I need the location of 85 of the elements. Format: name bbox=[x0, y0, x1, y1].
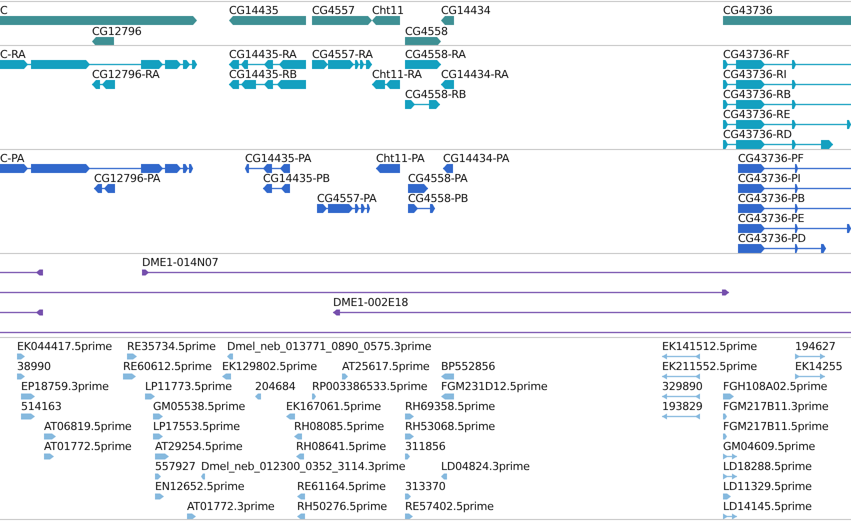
feature-label: CG43736-RB bbox=[723, 88, 791, 101]
feature-label: AT01772.5prime bbox=[44, 440, 132, 453]
feature-label: CG12796-RA bbox=[92, 68, 160, 81]
feature-label: FGM217B11.3prime bbox=[723, 400, 828, 413]
feature-label: 329890 bbox=[662, 380, 702, 393]
feature-label: CG12796 bbox=[92, 25, 142, 38]
feature-label: Cht11-RA bbox=[372, 68, 422, 81]
feature-label: EK211552.5prime bbox=[662, 360, 757, 373]
feature-label: RE35734.5prime bbox=[127, 340, 216, 353]
feature-label: CG4557-RA bbox=[312, 48, 373, 61]
feature-label: LD11329.5prime bbox=[723, 480, 812, 493]
feature-label: CG12796-PA bbox=[94, 172, 160, 185]
feature-label: GM05538.5prime bbox=[153, 400, 246, 413]
feature-label: EK141512.5prime bbox=[662, 340, 757, 353]
feature-label: CG4558-RA bbox=[405, 48, 466, 61]
feature-label: EK129802.5prime bbox=[222, 360, 317, 373]
feature-label: EK044417.5prime bbox=[17, 340, 112, 353]
feature-label: LD18288.5prime bbox=[723, 460, 812, 473]
feature-label: 514163 bbox=[21, 400, 62, 413]
feature-label: RH50276.5prime bbox=[297, 500, 387, 513]
feature-label: CG4558-PB bbox=[408, 192, 468, 205]
feature-label: CG43736-RD bbox=[723, 128, 792, 141]
feature-label: 313370 bbox=[405, 480, 446, 493]
feature-label: RH08641.5prime bbox=[296, 440, 386, 453]
feature-label: EK167061.5prime bbox=[286, 400, 381, 413]
feature-label: 204684 bbox=[255, 380, 296, 393]
feature-label: BP552856 bbox=[441, 360, 496, 373]
feature-label: CG43736-PB bbox=[738, 192, 805, 205]
feature-label: AT25617.5prime bbox=[342, 360, 430, 373]
feature-label: 194627 bbox=[795, 340, 836, 353]
feature-label: Dmel_neb_013771_0890_0575.3prime bbox=[227, 340, 432, 353]
feature-label: CG4557-PA bbox=[317, 192, 376, 205]
feature-label: EN12652.5prime bbox=[155, 480, 244, 493]
feature-label: AT29254.5prime bbox=[155, 440, 242, 453]
feature-label: CG14435-PA bbox=[245, 152, 312, 165]
feature-label: CG43736-PE bbox=[738, 212, 804, 225]
feature-label: RE60612.5prime bbox=[123, 360, 212, 373]
feature-label: CG4558-RB bbox=[405, 88, 466, 101]
feature-label: CG43736-RF bbox=[723, 48, 790, 61]
feature-label: CG14435-PB bbox=[263, 172, 330, 185]
feature-label: LD04824.3prime bbox=[441, 460, 530, 473]
feature-label: CG14434-PA bbox=[443, 152, 510, 165]
feature-label: DME1-002E18 bbox=[333, 296, 408, 309]
feature-label: CG4558-PA bbox=[408, 172, 468, 185]
feature-label: Dmel_neb_012300_0352_3114.3prime bbox=[201, 460, 406, 473]
feature-label: 38990 bbox=[17, 360, 51, 373]
feature-label: RH53068.5prime bbox=[405, 420, 495, 433]
feature-label: Cht11-PA bbox=[376, 152, 424, 165]
feature-label: CG4558 bbox=[405, 25, 448, 38]
feature-label: C-RA bbox=[0, 48, 26, 61]
feature-label: EK14255 bbox=[795, 360, 842, 373]
feature-label: RE61164.5prime bbox=[297, 480, 386, 493]
feature-label: CG14434 bbox=[441, 4, 490, 17]
feature-label: DME1-014N07 bbox=[142, 256, 218, 269]
feature-label: CG43736-PI bbox=[738, 172, 801, 185]
feature-label: RH08085.5prime bbox=[294, 420, 384, 433]
feature-label: GM04609.5prime bbox=[723, 440, 816, 453]
feature-label: CG43736 bbox=[723, 4, 772, 17]
feature-label: FGM231D12.5prime bbox=[441, 380, 548, 393]
feature-label: CG43736-PF bbox=[738, 152, 804, 165]
feature-label: EP18759.3prime bbox=[21, 380, 109, 393]
feature-label: RP003386533.5prime bbox=[312, 380, 428, 393]
feature-label: LP11773.5prime bbox=[145, 380, 232, 393]
feature-label: CG43736-RE bbox=[723, 108, 790, 121]
feature-label: CG14435-RA bbox=[229, 48, 296, 61]
feature-label: RH69358.5prime bbox=[405, 400, 495, 413]
feature-label: AT01772.3prime bbox=[187, 500, 274, 513]
feature-label: 557927 bbox=[155, 460, 196, 473]
feature-label: FGH108A02.5prime bbox=[723, 380, 828, 393]
feature-label: C bbox=[0, 4, 8, 17]
feature-label: CG43736-PD bbox=[738, 232, 806, 245]
feature-label: RE57402.5prime bbox=[405, 500, 494, 513]
feature-label: 311856 bbox=[405, 440, 446, 453]
feature-label: CG4557 bbox=[312, 4, 355, 17]
feature-label: CG14435-RB bbox=[229, 68, 297, 81]
feature-label: 193829 bbox=[662, 400, 702, 413]
feature-label: FGM217B11.5prime bbox=[723, 420, 828, 433]
feature-label: CG43736-RI bbox=[723, 68, 787, 81]
feature-label: CG14435 bbox=[229, 4, 278, 17]
feature-label: Cht11 bbox=[372, 4, 404, 17]
feature-label: LD14145.5prime bbox=[723, 500, 812, 513]
feature-label: C-PA bbox=[0, 152, 24, 165]
feature-label: AT06819.5prime bbox=[44, 420, 132, 433]
feature-label: CG14434-RA bbox=[441, 68, 508, 81]
feature-label: LP17553.5prime bbox=[153, 420, 240, 433]
